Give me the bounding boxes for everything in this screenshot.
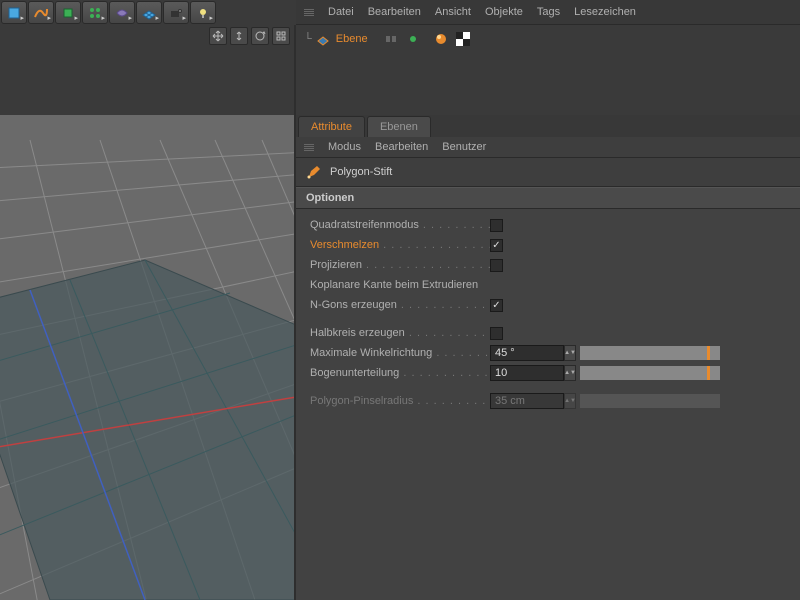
menu-edit[interactable]: Bearbeiten	[368, 6, 421, 18]
radius-spinner: ▲▼	[564, 393, 576, 409]
hierarchy-line-icon: └	[304, 33, 312, 45]
opt-coplanar: Koplanare Kante beim Extrudieren	[310, 275, 786, 295]
polygon-pen-icon	[306, 164, 322, 180]
visibility-tag[interactable]	[382, 30, 400, 48]
menu-tags[interactable]: Tags	[537, 6, 560, 18]
vp-orbit-icon[interactable]	[251, 27, 269, 45]
grip-icon[interactable]	[304, 144, 314, 151]
phong-tag[interactable]	[432, 30, 450, 48]
viewport-grid	[0, 115, 296, 600]
opt-maxangle: Maximale Winkelrichtung 45 ° ▲▼	[310, 343, 786, 363]
viewport-toolstrip	[0, 25, 296, 115]
opt-quadstrip: Quadratstreifenmodus	[310, 215, 786, 235]
options-list: Quadratstreifenmodus Verschmelzen ✓ Proj…	[296, 209, 800, 417]
subdiv-spinner[interactable]: ▲▼	[564, 365, 576, 381]
maxangle-spinner[interactable]: ▲▼	[564, 345, 576, 361]
attr-menu-mode[interactable]: Modus	[328, 141, 361, 153]
attribute-menu: Modus Bearbeiten Benutzer	[296, 137, 800, 158]
menu-objects[interactable]: Objekte	[485, 6, 523, 18]
plane-object-icon	[316, 32, 330, 46]
array-tool[interactable]: ▸	[82, 1, 108, 24]
main-toolbar: ▸ ▸ ▸ ▸ ▸ ▸ ▸ ▸	[0, 0, 296, 25]
opt-project: Projizieren	[310, 255, 786, 275]
tab-layers[interactable]: Ebenen	[367, 116, 431, 137]
attr-menu-edit[interactable]: Bearbeiten	[375, 141, 428, 153]
opt-radius: Polygon-Pinselradius 35 cm ▲▼	[310, 391, 786, 411]
object-row[interactable]: └ Ebene	[304, 29, 792, 49]
weld-checkbox[interactable]: ✓	[490, 239, 503, 252]
camera-tool[interactable]: ▸	[163, 1, 189, 24]
grip-icon[interactable]	[304, 9, 314, 16]
spline-tool[interactable]: ▸	[28, 1, 54, 24]
subdiv-field[interactable]: 10	[490, 365, 564, 381]
ngons-checkbox[interactable]: ✓	[490, 299, 503, 312]
light-tool[interactable]: ▸	[190, 1, 216, 24]
3d-viewport[interactable]	[0, 115, 296, 600]
menu-view[interactable]: Ansicht	[435, 6, 471, 18]
panel-tabs: Attribute Ebenen	[296, 115, 800, 137]
object-manager-menu: Datei Bearbeiten Ansicht Objekte Tags Le…	[296, 0, 800, 25]
menu-bookmarks[interactable]: Lesezeichen	[574, 6, 636, 18]
attribute-manager: Attribute Ebenen Modus Bearbeiten Benutz…	[296, 115, 800, 600]
arc-checkbox[interactable]	[490, 327, 503, 340]
floor-tool[interactable]: ▸	[136, 1, 162, 24]
radius-slider	[580, 394, 720, 408]
object-name[interactable]: Ebene	[336, 33, 368, 45]
maxangle-field[interactable]: 45 °	[490, 345, 564, 361]
subdiv-slider[interactable]	[580, 366, 720, 380]
checker-tag[interactable]	[454, 30, 472, 48]
tool-header: Polygon-Stift	[296, 158, 800, 187]
quadstrip-checkbox[interactable]	[490, 219, 503, 232]
opt-subdiv: Bogenunterteilung 10 ▲▼	[310, 363, 786, 383]
vp-pan-icon[interactable]	[209, 27, 227, 45]
opt-ngons: N-Gons erzeugen ✓	[310, 295, 786, 315]
cube-tool[interactable]: ▸	[1, 1, 27, 24]
radius-field: 35 cm	[490, 393, 564, 409]
maxangle-slider[interactable]	[580, 346, 720, 360]
opt-weld: Verschmelzen ✓	[310, 235, 786, 255]
attr-menu-user[interactable]: Benutzer	[442, 141, 486, 153]
deformer-tool[interactable]: ▸	[109, 1, 135, 24]
opt-arc: Halbkreis erzeugen	[310, 323, 786, 343]
section-options[interactable]: Optionen	[296, 187, 800, 209]
tab-attribute[interactable]: Attribute	[298, 116, 365, 137]
vp-zoom-icon[interactable]	[230, 27, 248, 45]
project-checkbox[interactable]	[490, 259, 503, 272]
nurbs-tool[interactable]: ▸	[55, 1, 81, 24]
tool-name: Polygon-Stift	[330, 166, 392, 178]
object-manager: └ Ebene	[296, 25, 800, 115]
menu-file[interactable]: Datei	[328, 6, 354, 18]
vp-layout-icon[interactable]	[272, 27, 290, 45]
enable-dot[interactable]	[404, 30, 422, 48]
